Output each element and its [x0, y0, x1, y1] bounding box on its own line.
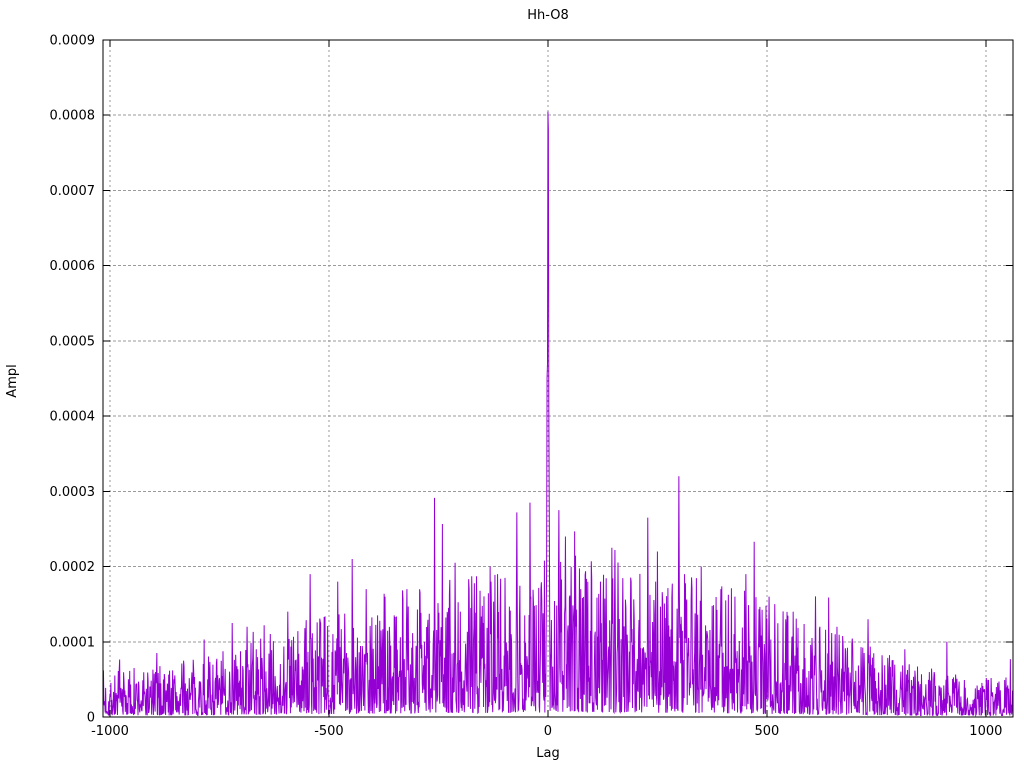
- x-tick-label: 500: [754, 724, 779, 739]
- y-tick-label: 0.0009: [50, 34, 96, 49]
- y-tick-label: 0: [87, 711, 95, 726]
- chart-page: -1000 -500 0 500 1000 0 0.0001 0.0002 0.0003 0.00…: [0, 0, 1024, 768]
- plot-canvas: -1000 -500 0 500 1000 0 0.0001 0.0002 0.0003 0.00…: [0, 0, 1024, 768]
- y-tick-label: 0.0004: [50, 410, 96, 425]
- chart-title: Hh-O8: [527, 8, 569, 23]
- y-tick-label: 0.0007: [50, 184, 96, 199]
- y-tick-label: 0.0002: [50, 560, 96, 575]
- y-tick-label: 0.0006: [50, 259, 96, 274]
- y-tick-label: 0.0008: [50, 109, 96, 124]
- x-tick-label: -1000: [91, 724, 129, 739]
- y-axis-label: Ampl: [5, 364, 20, 397]
- x-axis-label: Lag: [536, 746, 559, 761]
- y-tick-label: 0.0005: [50, 334, 96, 349]
- x-tick-label: -500: [314, 724, 344, 739]
- y-tick-label: 0.0001: [50, 635, 96, 650]
- y-tick-label: 0.0003: [50, 485, 96, 500]
- x-tick-label: 1000: [969, 724, 1002, 739]
- x-tick-label: 0: [544, 724, 552, 739]
